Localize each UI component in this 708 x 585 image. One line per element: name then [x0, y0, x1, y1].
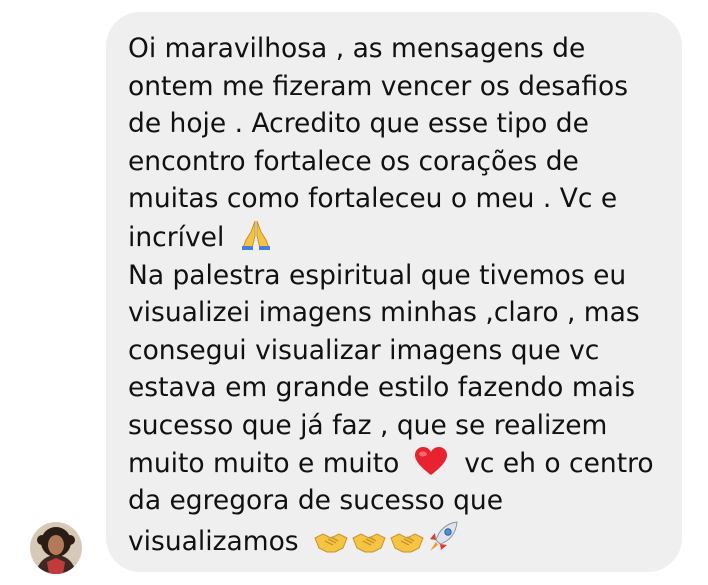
- message-line: encontro fortalece os corações de: [128, 145, 579, 177]
- message-line: Na palestra espiritual que tivemos eu: [128, 259, 627, 291]
- handshake-emoji-icon: [389, 528, 425, 554]
- message-text: vc eh o centro: [464, 447, 654, 479]
- red-heart-emoji-icon: [414, 446, 448, 476]
- message-line: muito muito e muito vc eh o centro: [128, 445, 662, 483]
- handshake-emoji-icon: [313, 528, 349, 554]
- message-line: estava em grande estilo fazendo mais: [128, 372, 636, 404]
- message-line: sucesso que já faz , que se realizem: [128, 409, 608, 441]
- message-line: Oi maravilhosa , as mensagens de: [128, 33, 586, 64]
- message-text: visualizamos: [128, 525, 299, 557]
- message-line: incrível: [128, 218, 662, 257]
- rocket-emoji-icon: [427, 520, 459, 554]
- chat-thread: Oi maravilhosa , as mensagens de ontem m…: [0, 0, 708, 585]
- message-line: visualizei imagens minhas ,claro , mas: [128, 297, 640, 329]
- folded-hands-emoji-icon: [239, 218, 273, 250]
- sender-avatar[interactable]: [30, 522, 82, 574]
- message-text: muito muito e muito: [128, 447, 400, 479]
- handshake-emoji-icon: [351, 528, 387, 554]
- message-line: muitas como fortaleceu o meu . Vc e: [128, 183, 618, 215]
- message-line: da egregora de sucesso que: [128, 485, 504, 517]
- message-line: consegui visualizar imagens que vc: [128, 334, 600, 366]
- incoming-message-bubble[interactable]: Oi maravilhosa , as mensagens de ontem m…: [106, 12, 682, 572]
- message-line: visualizamos: [128, 520, 662, 561]
- message-line: de hoje . Acredito que esse tipo de: [128, 108, 589, 140]
- message-line: ontem me fizeram vencer os desafios: [128, 70, 629, 102]
- message-text: incrível: [128, 221, 225, 253]
